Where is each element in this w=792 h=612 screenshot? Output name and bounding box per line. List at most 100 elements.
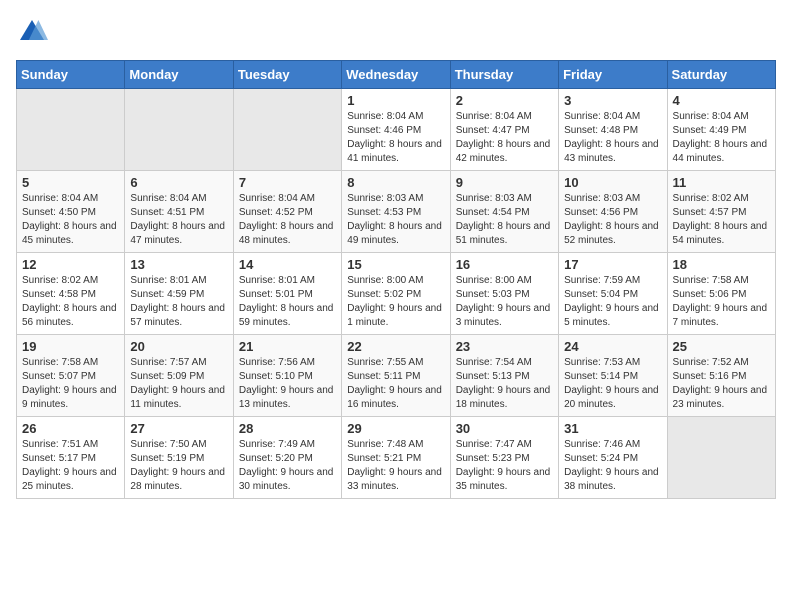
logo-icon [16,16,48,48]
calendar-week-row: 19Sunrise: 7:58 AMSunset: 5:07 PMDayligh… [17,335,776,417]
day-info: Sunrise: 7:51 AMSunset: 5:17 PMDaylight:… [22,438,119,494]
day-info: Sunrise: 8:04 AMSunset: 4:47 PMDaylight:… [456,110,553,166]
day-number: 5 [22,175,119,190]
calendar-cell [125,89,233,171]
page-header [16,16,776,48]
day-number: 8 [347,175,444,190]
day-number: 29 [347,421,444,436]
calendar-cell [233,89,341,171]
calendar-week-row: 12 Sunrise: 8:02 AMSunset: 4:58 PMDayligh… [17,253,776,335]
day-number: 17 [564,257,661,272]
day-number: 14 [239,257,336,272]
day-number: 25 [673,339,770,354]
calendar-cell: 28 Sunrise: 7:49 AMSunset: 5:20 PMDayligh… [233,417,341,499]
day-number: 11 [673,175,770,190]
calendar-table: SundayMondayTuesdayWednesdayThursdayFrid… [16,60,776,499]
day-info: Sunrise: 7:47 AMSunset: 5:23 PMDaylight:… [456,438,553,494]
calendar-cell: 12 Sunrise: 8:02 AMSunset: 4:58 PMDayligh… [17,253,125,335]
calendar-cell: 11Sunrise: 8:02 AMSunset: 4:57 PMDayligh… [667,171,775,253]
day-info: Sunrise: 8:01 AMSunset: 5:01 PMDaylight:… [239,274,336,330]
day-info: Sunrise: 8:02 AMSunset: 4:58 PMDaylight:… [22,274,119,330]
calendar-cell: 27 Sunrise: 7:50 AMSunset: 5:19 PMDayligh… [125,417,233,499]
calendar-cell: 23 Sunrise: 7:54 AMSunset: 5:13 PMDayligh… [450,335,558,417]
day-number: 22 [347,339,444,354]
day-info: Sunrise: 7:54 AMSunset: 5:13 PMDaylight:… [456,356,553,412]
day-number: 31 [564,421,661,436]
day-number: 26 [22,421,119,436]
calendar-cell: 17 Sunrise: 7:59 AMSunset: 5:04 PMDayligh… [559,253,667,335]
calendar-cell: 9 Sunrise: 8:03 AMSunset: 4:54 PMDaylight… [450,171,558,253]
calendar-cell: 7Sunrise: 8:04 AMSunset: 4:52 PMDaylight… [233,171,341,253]
day-number: 3 [564,93,661,108]
calendar-cell: 16Sunrise: 8:00 AMSunset: 5:03 PMDayligh… [450,253,558,335]
day-info: Sunrise: 7:56 AMSunset: 5:10 PMDaylight:… [239,356,336,412]
day-number: 6 [130,175,227,190]
day-number: 1 [347,93,444,108]
calendar-cell: 3 Sunrise: 8:04 AMSunset: 4:48 PMDaylight… [559,89,667,171]
calendar-cell: 24 Sunrise: 7:53 AMSunset: 5:14 PMDayligh… [559,335,667,417]
day-info: Sunrise: 8:04 AMSunset: 4:48 PMDaylight:… [564,110,661,166]
day-number: 12 [22,257,119,272]
day-info: Sunrise: 8:03 AMSunset: 4:53 PMDaylight:… [347,192,444,248]
day-info: Sunrise: 8:00 AMSunset: 5:03 PMDaylight:… [456,274,553,330]
day-info: Sunrise: 7:59 AMSunset: 5:04 PMDaylight:… [564,274,661,330]
logo [16,16,52,48]
day-number: 21 [239,339,336,354]
day-header-tuesday: Tuesday [233,61,341,89]
calendar-cell: 14 Sunrise: 8:01 AMSunset: 5:01 PMDayligh… [233,253,341,335]
calendar-cell: 1Sunrise: 8:04 AMSunset: 4:46 PMDaylight… [342,89,450,171]
day-info: Sunrise: 8:04 AMSunset: 4:52 PMDaylight:… [239,192,336,248]
calendar-week-row: 1Sunrise: 8:04 AMSunset: 4:46 PMDaylight… [17,89,776,171]
day-number: 24 [564,339,661,354]
calendar-cell: 26 Sunrise: 7:51 AMSunset: 5:17 PMDayligh… [17,417,125,499]
day-number: 28 [239,421,336,436]
calendar-cell: 13 Sunrise: 8:01 AMSunset: 4:59 PMDayligh… [125,253,233,335]
day-number: 4 [673,93,770,108]
calendar-cell [17,89,125,171]
calendar-header-row: SundayMondayTuesdayWednesdayThursdayFrid… [17,61,776,89]
day-info: Sunrise: 8:03 AMSunset: 4:54 PMDaylight:… [456,192,553,248]
day-number: 13 [130,257,227,272]
calendar-cell [667,417,775,499]
calendar-cell: 21 Sunrise: 7:56 AMSunset: 5:10 PMDayligh… [233,335,341,417]
day-number: 19 [22,339,119,354]
day-number: 15 [347,257,444,272]
day-header-thursday: Thursday [450,61,558,89]
day-number: 9 [456,175,553,190]
day-number: 10 [564,175,661,190]
day-header-sunday: Sunday [17,61,125,89]
day-info: Sunrise: 8:04 AMSunset: 4:50 PMDaylight:… [22,192,119,248]
calendar-cell: 15 Sunrise: 8:00 AMSunset: 5:02 PMDayligh… [342,253,450,335]
day-info: Sunrise: 8:01 AMSunset: 4:59 PMDaylight:… [130,274,227,330]
calendar-cell: 2 Sunrise: 8:04 AMSunset: 4:47 PMDaylight… [450,89,558,171]
day-info: Sunrise: 7:58 AMSunset: 5:06 PMDaylight:… [673,274,770,330]
day-info: Sunrise: 8:03 AMSunset: 4:56 PMDaylight:… [564,192,661,248]
day-info: Sunrise: 8:04 AMSunset: 4:49 PMDaylight:… [673,110,770,166]
day-info: Sunrise: 7:49 AMSunset: 5:20 PMDaylight:… [239,438,336,494]
day-info: Sunrise: 7:48 AMSunset: 5:21 PMDaylight:… [347,438,444,494]
day-info: Sunrise: 8:00 AMSunset: 5:02 PMDaylight:… [347,274,444,330]
calendar-cell: 29 Sunrise: 7:48 AMSunset: 5:21 PMDayligh… [342,417,450,499]
calendar-cell: 31 Sunrise: 7:46 AMSunset: 5:24 PMDayligh… [559,417,667,499]
day-info: Sunrise: 7:46 AMSunset: 5:24 PMDaylight:… [564,438,661,494]
day-number: 18 [673,257,770,272]
day-info: Sunrise: 8:04 AMSunset: 4:51 PMDaylight:… [130,192,227,248]
day-info: Sunrise: 7:52 AMSunset: 5:16 PMDaylight:… [673,356,770,412]
day-number: 20 [130,339,227,354]
day-info: Sunrise: 7:53 AMSunset: 5:14 PMDaylight:… [564,356,661,412]
day-number: 2 [456,93,553,108]
day-number: 23 [456,339,553,354]
calendar-cell: 18 Sunrise: 7:58 AMSunset: 5:06 PMDayligh… [667,253,775,335]
day-number: 27 [130,421,227,436]
day-info: Sunrise: 7:55 AMSunset: 5:11 PMDaylight:… [347,356,444,412]
calendar-cell: 5 Sunrise: 8:04 AMSunset: 4:50 PMDaylight… [17,171,125,253]
calendar-cell: 22 Sunrise: 7:55 AMSunset: 5:11 PMDayligh… [342,335,450,417]
calendar-cell: 8 Sunrise: 8:03 AMSunset: 4:53 PMDaylight… [342,171,450,253]
day-info: Sunrise: 7:57 AMSunset: 5:09 PMDaylight:… [130,356,227,412]
day-header-monday: Monday [125,61,233,89]
day-header-saturday: Saturday [667,61,775,89]
day-info: Sunrise: 7:50 AMSunset: 5:19 PMDaylight:… [130,438,227,494]
calendar-cell: 4 Sunrise: 8:04 AMSunset: 4:49 PMDaylight… [667,89,775,171]
day-header-wednesday: Wednesday [342,61,450,89]
day-header-friday: Friday [559,61,667,89]
